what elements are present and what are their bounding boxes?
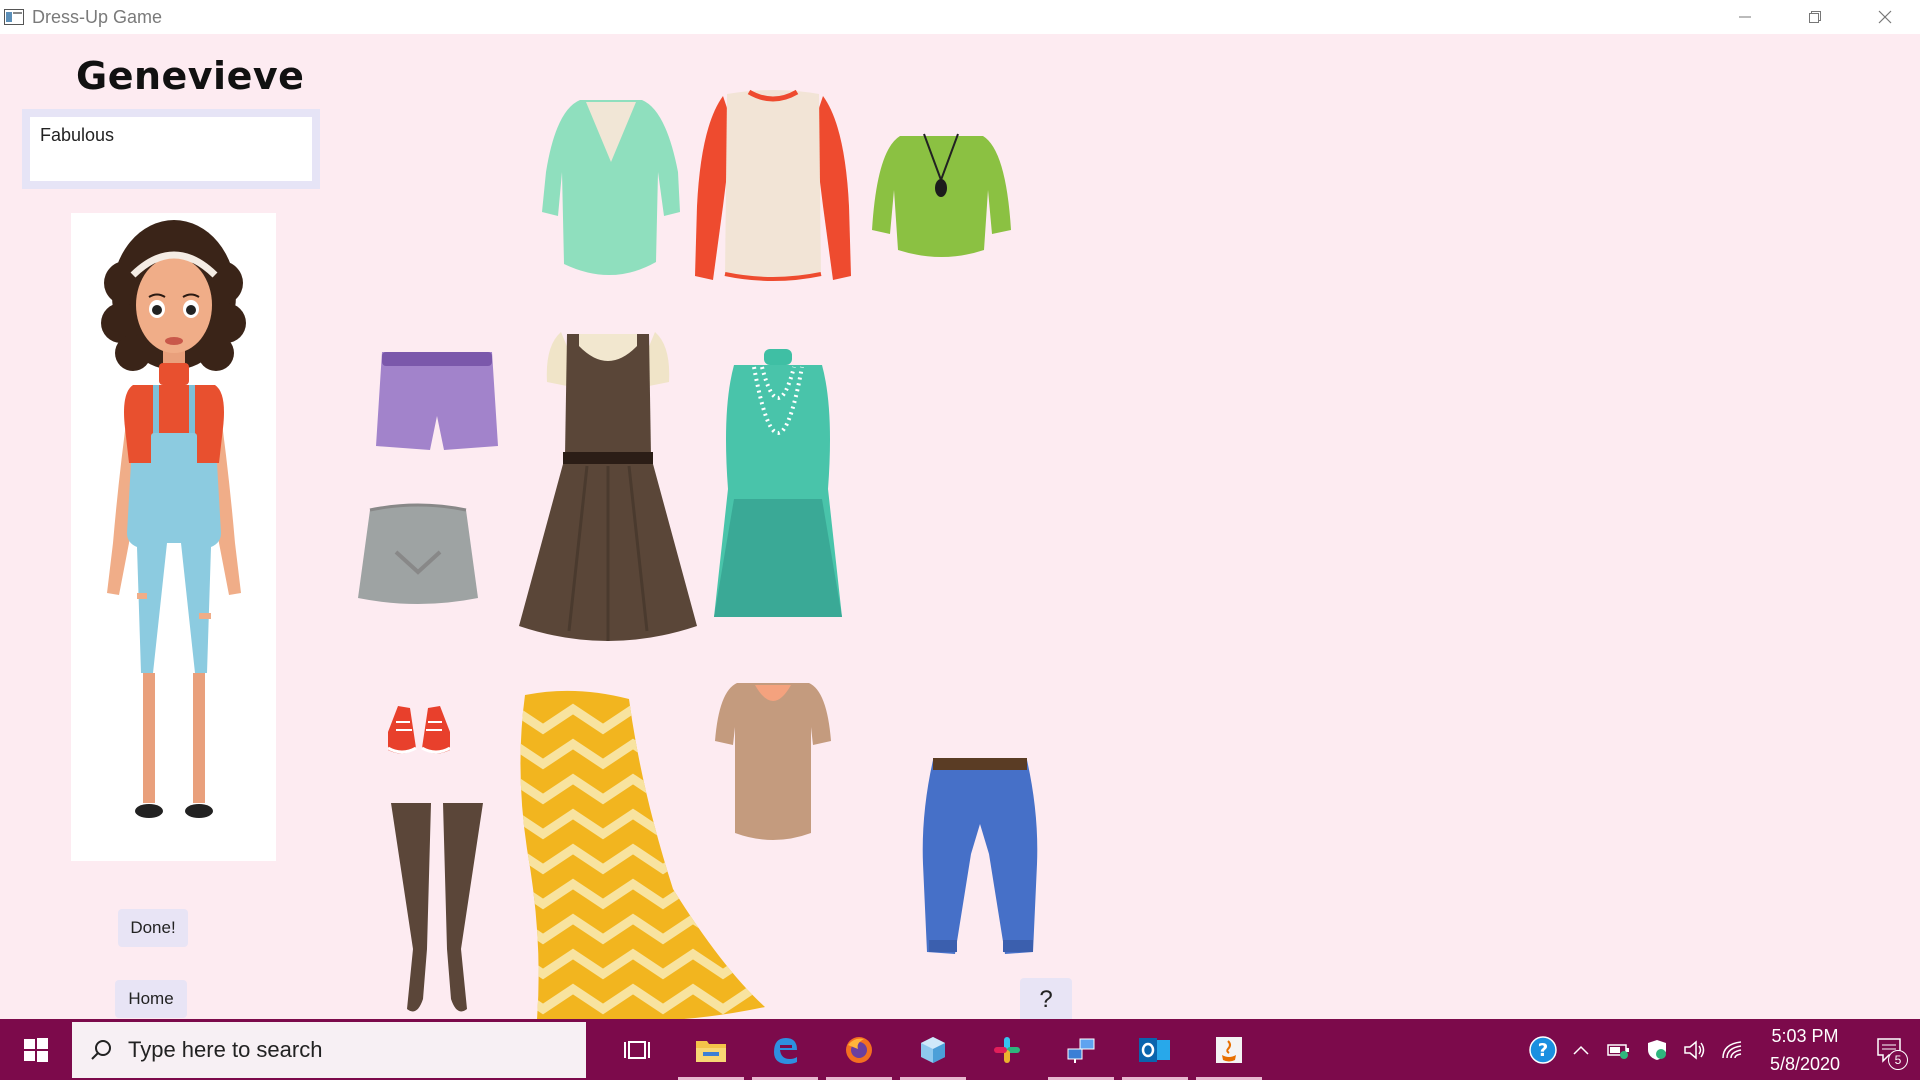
slack-icon [994, 1036, 1020, 1063]
minimize-icon [1739, 16, 1751, 18]
red-sleeve-tee-icon [695, 89, 851, 281]
window-controls [1710, 0, 1920, 34]
volume-tray-icon[interactable] [1676, 1019, 1714, 1080]
close-icon [1878, 10, 1892, 24]
help-button[interactable]: ? [1020, 978, 1072, 1022]
3d-viewer-button[interactable] [896, 1019, 970, 1080]
chevron-up-icon [1573, 1045, 1589, 1055]
purple-shorts-item[interactable] [374, 346, 500, 454]
java-icon [1216, 1036, 1242, 1063]
mint-top-icon [542, 100, 680, 276]
purple-shorts-icon [376, 352, 498, 450]
taskbar-clock[interactable]: 5:03 PM 5/8/2020 [1752, 1022, 1858, 1078]
game-area: Genevieve Fabulous Done! Home ? [0, 34, 1920, 1023]
status-box: Fabulous [22, 109, 320, 189]
title-bar: Dress-Up Game [0, 0, 1920, 34]
taskbar-search-box[interactable]: Type here to search [72, 1021, 586, 1078]
task-view-button[interactable] [600, 1019, 674, 1080]
shield-icon [1648, 1039, 1666, 1060]
show-hidden-icons-button[interactable] [1562, 1019, 1600, 1080]
player-name: Genevieve [76, 54, 305, 98]
minimize-button[interactable] [1710, 0, 1780, 34]
wifi-tray-icon[interactable] [1714, 1019, 1752, 1080]
teal-dress-item[interactable] [712, 349, 844, 623]
clock-time: 5:03 PM [1771, 1025, 1839, 1046]
help-circle-icon: ? [1529, 1035, 1557, 1064]
speaker-icon [1684, 1039, 1705, 1060]
security-tray-icon[interactable] [1638, 1019, 1676, 1080]
tan-top-item[interactable] [713, 677, 833, 845]
firefox-button[interactable] [822, 1019, 896, 1080]
gray-skirt-icon [358, 503, 478, 604]
help-tray-button[interactable]: ? [1524, 1019, 1562, 1080]
windows-logo-icon [24, 1037, 48, 1062]
start-button[interactable] [0, 1019, 72, 1080]
notification-count-badge: 5 [1888, 1050, 1908, 1070]
firefox-icon [846, 1036, 872, 1063]
edge-button[interactable] [748, 1019, 822, 1080]
file-explorer-icon [696, 1040, 726, 1062]
slack-button[interactable] [970, 1019, 1044, 1080]
gray-skirt-item[interactable] [356, 502, 480, 608]
search-placeholder: Type here to search [128, 1036, 323, 1062]
close-button[interactable] [1850, 0, 1920, 34]
outlook-icon [1139, 1037, 1170, 1062]
clock-date: 5/8/2020 [1769, 1053, 1841, 1074]
brown-dress-item[interactable] [517, 326, 699, 648]
tan-top-icon [715, 683, 831, 840]
window-title: Dress-Up Game [32, 6, 163, 27]
edge-browser-icon [774, 1037, 797, 1064]
java-app-button[interactable] [1192, 1019, 1266, 1080]
cube-icon [921, 1036, 945, 1063]
brown-boots-icon [391, 803, 483, 1012]
battery-tray-icon[interactable] [1600, 1019, 1638, 1080]
brown-dress-icon [519, 332, 697, 641]
doll-panel [71, 213, 276, 861]
svg-text:?: ? [1538, 1040, 1548, 1061]
outlook-button[interactable] [1118, 1019, 1192, 1080]
taskbar: Type here to search ? 5:03 PM 5/8/2020 5 [0, 1019, 1920, 1080]
green-top-item[interactable] [870, 130, 1013, 262]
file-explorer-button[interactable] [674, 1019, 748, 1080]
status-text: Fabulous [30, 117, 312, 181]
blue-jeans-item[interactable] [919, 754, 1041, 964]
search-icon [91, 1039, 111, 1060]
done-button[interactable]: Done! [118, 909, 188, 947]
red-sleeve-tee-item[interactable] [693, 86, 853, 288]
task-view-icon [624, 1040, 650, 1059]
action-center-button[interactable]: 5 [1858, 1019, 1920, 1080]
home-button[interactable]: Home [115, 980, 187, 1018]
green-top-icon [872, 133, 1011, 257]
system-tray: ? 5:03 PM 5/8/2020 5 [1524, 1019, 1920, 1080]
remote-desktop-button[interactable] [1044, 1019, 1118, 1080]
network-computer-icon [1067, 1038, 1095, 1063]
blue-jeans-icon [922, 758, 1038, 954]
brown-boots-item[interactable] [389, 799, 485, 1017]
teal-dress-icon [714, 349, 842, 617]
restore-icon [1809, 11, 1821, 23]
restore-button[interactable] [1780, 0, 1850, 34]
red-sneakers-icon [387, 706, 451, 754]
battery-icon [1607, 1043, 1629, 1059]
app-icon [4, 9, 24, 25]
red-sneakers-item[interactable] [384, 702, 454, 758]
wifi-icon [1722, 1040, 1742, 1058]
doll-figure [101, 220, 246, 818]
mint-top-item[interactable] [540, 92, 682, 282]
